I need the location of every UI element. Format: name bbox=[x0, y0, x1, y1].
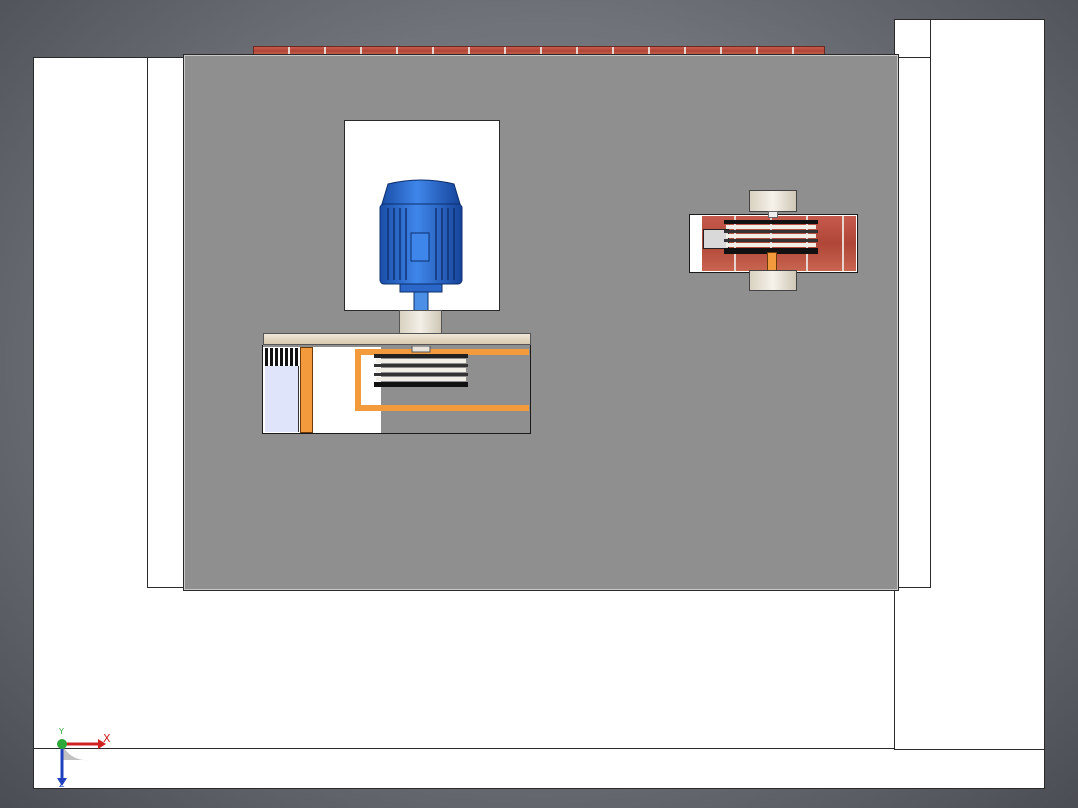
gearbox-comb bbox=[265, 348, 299, 366]
triad-y-label: Y bbox=[59, 727, 64, 736]
drive-pulley-icon[interactable] bbox=[372, 346, 470, 392]
base-bar bbox=[263, 333, 531, 345]
tensioner-top-neck bbox=[768, 211, 778, 218]
tensioner-bottom-cap bbox=[749, 270, 797, 291]
belt-vertical-left bbox=[300, 347, 313, 433]
tensioner-shaft bbox=[767, 252, 777, 272]
electric-motor-icon[interactable] bbox=[374, 178, 468, 318]
triad-z-label: Z bbox=[59, 780, 65, 789]
triad-x-label: X bbox=[103, 732, 111, 745]
tensioner-white-bay bbox=[690, 215, 702, 272]
coordinate-triad: X Y Z bbox=[50, 727, 120, 790]
mounting-plate bbox=[183, 54, 899, 591]
tensioner-top-cap bbox=[749, 190, 797, 212]
graphics-viewport[interactable]: X Y Z bbox=[0, 0, 1078, 808]
